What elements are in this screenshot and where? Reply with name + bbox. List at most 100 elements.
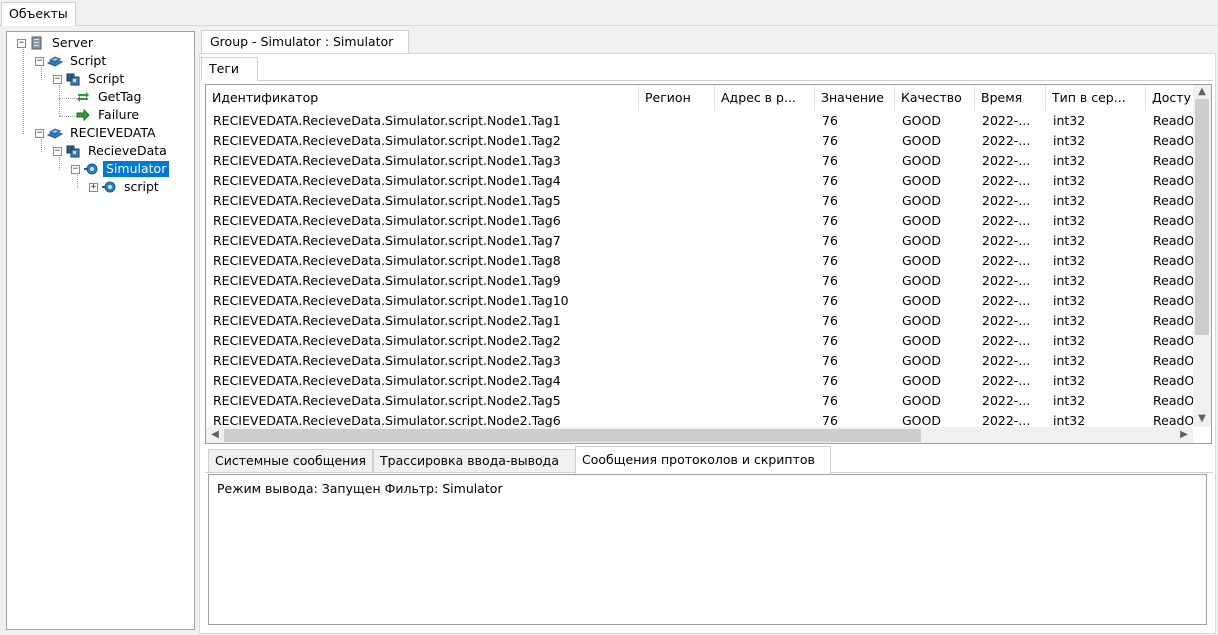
table-cell: 2022-...: [982, 333, 1031, 348]
table-row[interactable]: RECIEVEDATA.RecieveData.Simulator.script…: [206, 231, 1196, 251]
column-header[interactable]: Адрес в р...: [715, 85, 815, 111]
tree-item-script[interactable]: − Script: [35, 52, 109, 70]
table-cell: [715, 311, 815, 331]
table-row[interactable]: RECIEVEDATA.RecieveData.Simulator.script…: [206, 351, 1196, 371]
tree-connector: [23, 44, 24, 134]
table-body: RECIEVEDATA.RecieveData.Simulator.script…: [206, 111, 1196, 427]
table-cell: 76: [822, 213, 838, 228]
collapse-icon[interactable]: −: [53, 146, 62, 156]
table-cell: ReadO: [1153, 133, 1195, 148]
table-row[interactable]: RECIEVEDATA.RecieveData.Simulator.script…: [206, 291, 1196, 311]
table-row[interactable]: RECIEVEDATA.RecieveData.Simulator.script…: [206, 311, 1196, 331]
horizontal-scroll-thumb[interactable]: [224, 429, 921, 442]
table-cell: [639, 251, 715, 271]
table-cell: 2022-...: [982, 313, 1031, 328]
table-row[interactable]: RECIEVEDATA.RecieveData.Simulator.script…: [206, 191, 1196, 211]
column-header[interactable]: Регион: [639, 85, 715, 111]
log-output[interactable]: Режим вывода: Запущен Фильтр: Simulator: [208, 474, 1207, 625]
table-cell: 76: [822, 333, 838, 348]
tree-item-server[interactable]: − Server: [17, 34, 96, 52]
table-cell: int32: [1053, 113, 1086, 128]
table-row[interactable]: RECIEVEDATA.RecieveData.Simulator.script…: [206, 151, 1196, 171]
tab-tags[interactable]: Теги: [201, 57, 258, 81]
table-cell: RECIEVEDATA.RecieveData.Simulator.script…: [213, 153, 561, 168]
group-icon: [65, 144, 81, 158]
table-cell: GOOD: [902, 413, 941, 427]
table-cell: int32: [1053, 413, 1086, 427]
group-icon: [65, 72, 81, 86]
tree-item-script[interactable]: − Script: [53, 70, 127, 88]
tree-item-recievedata[interactable]: − RECIEVEDATA: [35, 124, 159, 142]
table-cell: int32: [1053, 153, 1086, 168]
table-row[interactable]: RECIEVEDATA.RecieveData.Simulator.script…: [206, 131, 1196, 151]
tab-bottom-2[interactable]: Сообщения протоколов и скриптов: [575, 446, 831, 474]
column-header[interactable]: Время: [975, 85, 1046, 111]
table-row[interactable]: RECIEVEDATA.RecieveData.Simulator.script…: [206, 331, 1196, 351]
expand-icon[interactable]: +: [89, 182, 98, 192]
scroll-down-icon[interactable]: ▼: [1193, 412, 1211, 426]
table-header: Идентификатор Регион Адрес в р... Значение К…: [206, 85, 1211, 111]
table-row[interactable]: RECIEVEDATA.RecieveData.Simulator.script…: [206, 211, 1196, 231]
tree-item-failure[interactable]: Failure: [75, 106, 142, 124]
table-row[interactable]: RECIEVEDATA.RecieveData.Simulator.script…: [206, 111, 1196, 131]
table-cell: [715, 191, 815, 211]
table-cell: 76: [822, 113, 838, 128]
table-row[interactable]: RECIEVEDATA.RecieveData.Simulator.script…: [206, 371, 1196, 391]
table-cell: 76: [822, 393, 838, 408]
column-header[interactable]: Значение: [815, 85, 895, 111]
tree-item-label: GetTag: [98, 89, 142, 104]
collapse-icon[interactable]: −: [17, 38, 26, 48]
table-row[interactable]: RECIEVEDATA.RecieveData.Simulator.script…: [206, 411, 1196, 427]
table-row[interactable]: RECIEVEDATA.RecieveData.Simulator.script…: [206, 171, 1196, 191]
tab-objects[interactable]: Объекты: [1, 2, 76, 26]
horizontal-scrollbar[interactable]: ◀ ▶: [206, 427, 1193, 443]
column-header[interactable]: Идентификатор: [206, 85, 639, 111]
table-cell: RECIEVEDATA.RecieveData.Simulator.script…: [213, 373, 561, 388]
table-cell: RECIEVEDATA.RecieveData.Simulator.script…: [213, 113, 561, 128]
table-cell: 76: [822, 193, 838, 208]
table-cell: [639, 131, 715, 151]
table-cell: [715, 391, 815, 411]
table-cell: 2022-...: [982, 193, 1031, 208]
table-cell: 76: [822, 413, 838, 427]
table-cell: RECIEVEDATA.RecieveData.Simulator.script…: [213, 393, 561, 408]
table-row[interactable]: RECIEVEDATA.RecieveData.Simulator.script…: [206, 391, 1196, 411]
column-header[interactable]: Качество: [895, 85, 975, 111]
table-cell: ReadO: [1153, 273, 1195, 288]
column-header[interactable]: Тип в сер...: [1046, 85, 1146, 111]
table-row[interactable]: RECIEVEDATA.RecieveData.Simulator.script…: [206, 271, 1196, 291]
table-cell: [639, 211, 715, 231]
tab-bottom-1[interactable]: Трассировка ввода-вывода: [373, 449, 576, 473]
tab-group-simulator[interactable]: Group - Simulator : Simulator: [201, 30, 409, 54]
vertical-scroll-thumb[interactable]: [1195, 99, 1209, 335]
table-cell: int32: [1053, 313, 1086, 328]
table-cell: RECIEVEDATA.RecieveData.Simulator.script…: [213, 333, 561, 348]
top-tab-strip: [0, 0, 1218, 26]
table-row[interactable]: RECIEVEDATA.RecieveData.Simulator.script…: [206, 251, 1196, 271]
object-tree[interactable]: − Server − Script − Script GetTag Failure − RECIE…: [6, 31, 195, 630]
tree-item-gettag[interactable]: GetTag: [75, 88, 144, 106]
table-cell: GOOD: [902, 133, 941, 148]
scroll-up-icon[interactable]: ▲: [1193, 85, 1211, 99]
table-cell: ReadO: [1153, 153, 1195, 168]
tree-item-simulator[interactable]: − Simulator: [71, 160, 170, 178]
tree-item-script[interactable]: + script: [89, 178, 162, 196]
table-cell: int32: [1053, 273, 1086, 288]
table-cell: 2022-...: [982, 353, 1031, 368]
collapse-icon[interactable]: −: [35, 56, 44, 66]
table-cell: GOOD: [902, 213, 941, 228]
table-cell: RECIEVEDATA.RecieveData.Simulator.script…: [213, 193, 561, 208]
tree-item-recievedata[interactable]: − RecieveData: [53, 142, 170, 160]
collapse-icon[interactable]: −: [71, 164, 80, 174]
collapse-icon[interactable]: −: [53, 74, 62, 84]
table-cell: ReadO: [1153, 353, 1195, 368]
server-icon: [29, 36, 45, 50]
tab-bottom-0[interactable]: Системные сообщения: [208, 449, 373, 473]
scroll-left-icon[interactable]: ◀: [206, 428, 224, 442]
vertical-scrollbar[interactable]: ▲ ▼: [1193, 85, 1211, 427]
table-cell: GOOD: [902, 113, 941, 128]
collapse-icon[interactable]: −: [35, 128, 44, 138]
table-cell: ReadO: [1153, 333, 1195, 348]
scroll-right-icon[interactable]: ▶: [1175, 428, 1193, 442]
node-icon: [101, 180, 117, 194]
